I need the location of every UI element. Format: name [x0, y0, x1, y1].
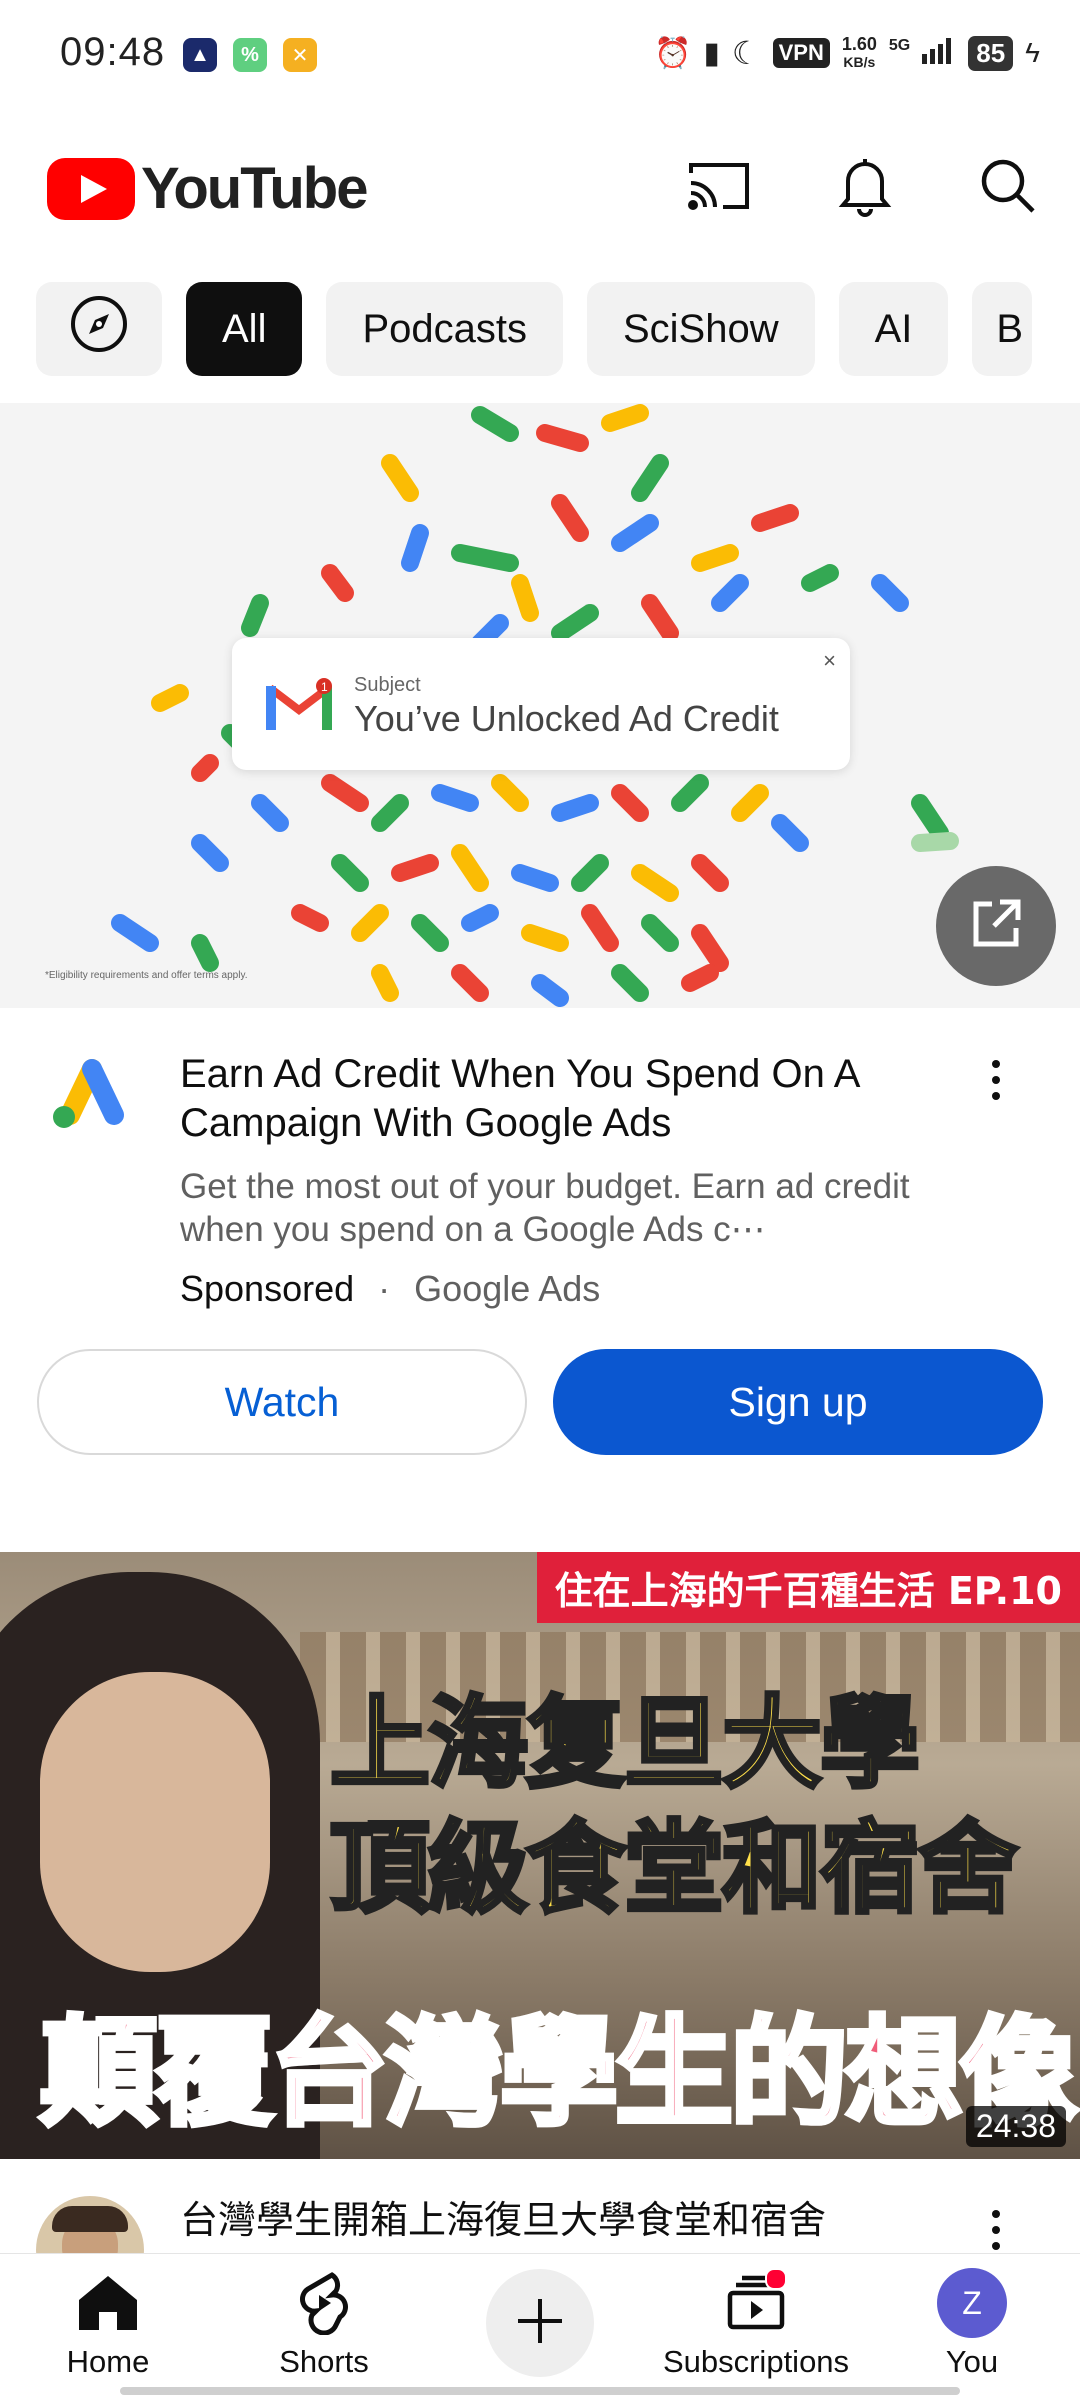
vpn-badge: VPN: [772, 38, 830, 68]
advertiser-name[interactable]: Google Ads: [414, 1268, 600, 1309]
shorts-icon: [289, 2268, 359, 2338]
video-duration: 24:38: [965, 2106, 1066, 2147]
nav-home[interactable]: Home: [8, 2268, 208, 2380]
thumbnail-headline-2: 頂級食堂和宿舍: [328, 1808, 1020, 1929]
app-notification-icon: %: [233, 38, 267, 72]
nav-subscriptions-label: Subscriptions: [662, 2344, 850, 2379]
open-external-button[interactable]: [936, 866, 1056, 986]
chip-podcasts[interactable]: Podcasts: [326, 282, 563, 376]
youtube-play-icon: [47, 157, 135, 220]
status-right-icons: ⏰ ▮ ☾ VPN 1.60 KB/s 5G 85 ϟ: [654, 34, 1040, 72]
signal-icon: [922, 36, 956, 70]
bottom-navigation: Home Shorts Subscriptions Z You: [0, 2253, 1080, 2401]
tools-notification-icon: ✕: [283, 38, 317, 72]
bell-icon[interactable]: [829, 150, 901, 222]
ad-card-subject: Subject: [354, 674, 421, 696]
thumbnail-headline-3: 顛覆台灣學生的想像: [37, 2002, 1080, 2145]
youtube-logo[interactable]: YouTube: [47, 155, 368, 222]
charging-icon: ϟ: [1025, 37, 1040, 68]
close-icon: ×: [823, 648, 836, 673]
network-speed-value: 1.60: [841, 34, 877, 54]
search-icon[interactable]: [972, 150, 1044, 222]
explore-chip[interactable]: [36, 282, 162, 376]
chip-partial[interactable]: B: [972, 282, 1033, 376]
status-bar: 09:48 ▲ % ✕ ⏰ ▮ ☾ VPN 1.60 KB/s 5G 85 ϟ: [0, 0, 1080, 110]
video-title[interactable]: 台灣學生開箱上海復旦大學食堂和宿舍: [180, 2196, 920, 2244]
alarm-icon: ⏰: [654, 36, 692, 70]
gmail-icon: 1: [266, 678, 332, 735]
ad-fine-print: *Eligibility requirements and offer term…: [45, 970, 248, 981]
nav-shorts[interactable]: Shorts: [224, 2268, 424, 2380]
new-content-dot: [765, 2268, 787, 2290]
video-thumbnail[interactable]: 住在上海的千百種生活 EP.10 上海复旦大學 頂級食堂和宿舍 顛覆台灣學生的想…: [0, 1552, 1080, 2159]
sponsored-label: Sponsored: [180, 1268, 355, 1309]
battery-level: 85: [968, 35, 1014, 71]
video-more-options-icon[interactable]: [976, 2200, 1016, 2260]
thumbnail-headline-1: 上海复旦大學: [328, 1683, 922, 1804]
sign-up-button[interactable]: Sign up: [553, 1349, 1043, 1455]
nav-subscriptions[interactable]: Subscriptions: [656, 2268, 856, 2380]
watch-button[interactable]: Watch: [37, 1349, 527, 1455]
nav-you[interactable]: Z You: [872, 2268, 1072, 2380]
create-button[interactable]: [486, 2269, 594, 2377]
external-link-icon: [968, 896, 1024, 957]
ad-email-card: 1 Subject You’ve Unlocked Ad Credit ×: [232, 638, 850, 770]
ad-meta: Sponsored · Google Ads: [180, 1268, 600, 1310]
ad-description[interactable]: Get the most out of your budget. Earn ad…: [180, 1165, 940, 1251]
status-time: 09:48: [60, 30, 166, 74]
network-speed: 1.60 KB/s: [842, 35, 877, 71]
more-options-icon[interactable]: [976, 1050, 1016, 1110]
person-face: [40, 1672, 270, 1972]
ad-card-headline: You’ve Unlocked Ad Credit: [354, 698, 779, 739]
logo-text: YouTube: [141, 156, 368, 221]
notification-icons: ▲ % ✕: [183, 38, 317, 72]
chip-ai[interactable]: AI: [838, 282, 949, 376]
svg-text:1: 1: [321, 680, 328, 694]
series-badge: 住在上海的千百種生活 EP.10: [536, 1552, 1080, 1623]
subscriptions-icon: [721, 2268, 791, 2338]
vibrate-icon: ▮: [703, 36, 720, 70]
user-avatar: Z: [937, 2268, 1007, 2338]
google-ads-logo[interactable]: [48, 1055, 132, 1134]
filter-chips: All Podcasts SciShow AI B: [36, 282, 1033, 376]
nav-you-label: You: [945, 2344, 999, 2379]
gesture-bar: [120, 2387, 960, 2395]
meta-separator: ·: [378, 1268, 391, 1309]
nav-home-label: Home: [66, 2344, 150, 2379]
plus-icon: [515, 2296, 565, 2351]
ad-title[interactable]: Earn Ad Credit When You Spend On A Campa…: [180, 1050, 940, 1148]
chip-all[interactable]: All: [186, 282, 303, 376]
home-icon: [73, 2268, 143, 2338]
network-type: 5G: [888, 37, 911, 54]
network-speed-unit: KB/s: [843, 54, 876, 70]
app-notification-icon: ▲: [183, 38, 217, 72]
compass-icon: [69, 294, 129, 364]
moon-icon: ☾: [731, 35, 761, 71]
nav-shorts-label: Shorts: [279, 2344, 369, 2379]
chip-scishow[interactable]: SciShow: [586, 282, 815, 376]
cast-icon[interactable]: [683, 150, 755, 222]
